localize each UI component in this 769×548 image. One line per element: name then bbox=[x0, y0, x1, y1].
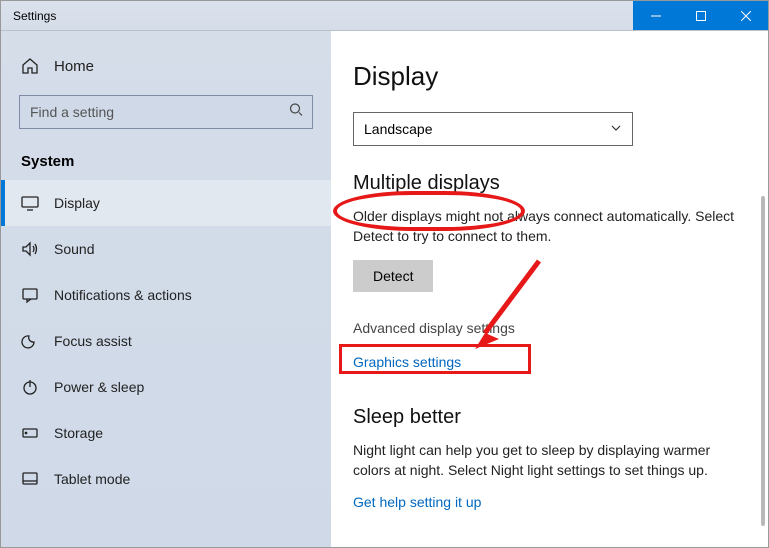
close-button[interactable] bbox=[723, 1, 768, 30]
sidebar-item-label: Sound bbox=[54, 241, 94, 257]
sidebar-item-display[interactable]: Display bbox=[1, 180, 331, 226]
window-title: Settings bbox=[1, 9, 633, 23]
sleep-better-body: Night light can help you get to sleep by… bbox=[353, 441, 744, 480]
sidebar-item-label: Focus assist bbox=[54, 333, 132, 349]
orientation-value: Landscape bbox=[364, 121, 433, 137]
sidebar-item-label: Notifications & actions bbox=[54, 287, 192, 303]
sidebar-item-label: Display bbox=[54, 195, 100, 211]
notifications-icon bbox=[21, 286, 39, 304]
sidebar-item-tablet-mode[interactable]: Tablet mode bbox=[1, 456, 331, 502]
advanced-display-settings-link[interactable]: Advanced display settings bbox=[353, 320, 744, 336]
orientation-dropdown[interactable]: Landscape bbox=[353, 112, 633, 146]
sidebar-item-focus-assist[interactable]: Focus assist bbox=[1, 318, 331, 364]
sidebar-item-label: Storage bbox=[54, 425, 103, 441]
detect-button[interactable]: Detect bbox=[353, 260, 433, 292]
sleep-better-heading: Sleep better bbox=[353, 406, 744, 429]
search-input[interactable] bbox=[19, 95, 313, 129]
section-title: System bbox=[1, 145, 331, 180]
minimize-button[interactable] bbox=[633, 1, 678, 30]
home-nav[interactable]: Home bbox=[1, 49, 331, 83]
nav-list: Display Sound Notifications & actions Fo… bbox=[1, 180, 331, 502]
sidebar-item-sound[interactable]: Sound bbox=[1, 226, 331, 272]
display-icon bbox=[21, 194, 39, 212]
sound-icon bbox=[21, 240, 39, 258]
content: Display Landscape Multiple displays Olde… bbox=[331, 31, 768, 547]
sidebar-item-notifications[interactable]: Notifications & actions bbox=[1, 272, 331, 318]
chevron-down-icon bbox=[610, 121, 622, 137]
search-icon bbox=[289, 103, 303, 122]
power-icon bbox=[21, 378, 39, 396]
focus-assist-icon bbox=[21, 332, 39, 350]
sidebar-item-storage[interactable]: Storage bbox=[1, 410, 331, 456]
multiple-displays-body: Older displays might not always connect … bbox=[353, 207, 744, 246]
page-title: Display bbox=[353, 61, 744, 92]
tablet-icon bbox=[21, 470, 39, 488]
multiple-displays-heading: Multiple displays bbox=[353, 172, 744, 195]
maximize-button[interactable] bbox=[678, 1, 723, 30]
graphics-settings-link[interactable]: Graphics settings bbox=[353, 354, 744, 370]
home-label: Home bbox=[54, 58, 94, 75]
sidebar: Home System Display Sound Notifications … bbox=[1, 31, 331, 547]
sidebar-item-label: Power & sleep bbox=[54, 379, 144, 395]
get-help-link[interactable]: Get help setting it up bbox=[353, 494, 744, 510]
storage-icon bbox=[21, 424, 39, 442]
titlebar: Settings bbox=[1, 1, 768, 31]
sidebar-item-power-sleep[interactable]: Power & sleep bbox=[1, 364, 331, 410]
sidebar-item-label: Tablet mode bbox=[54, 471, 130, 487]
home-icon bbox=[21, 57, 39, 75]
scrollbar[interactable] bbox=[761, 196, 765, 526]
